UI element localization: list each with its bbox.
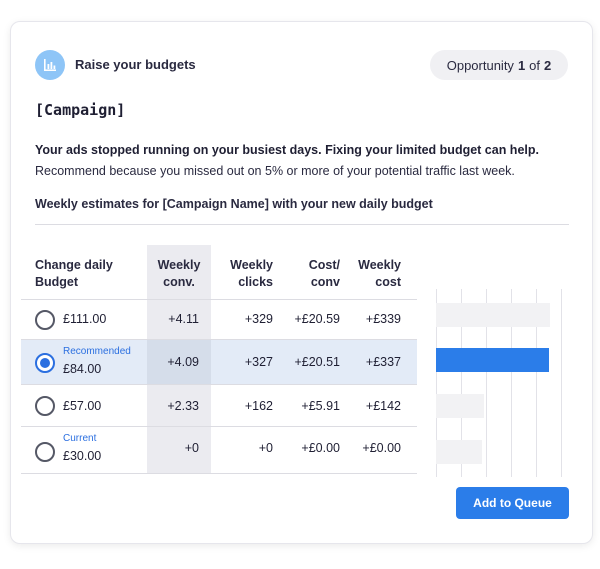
- budget-value: £111.00: [63, 312, 107, 326]
- header-clicks-line1: Weekly: [230, 258, 273, 272]
- cost-conv-value: +£20.51: [294, 355, 340, 369]
- cost-conv-value: +£0.00: [301, 441, 340, 455]
- message-headline: Your ads stopped running on your busiest…: [35, 143, 539, 157]
- header-wcost-line1: Weekly: [358, 258, 401, 272]
- header-weekly-conv: Weekly conv.: [147, 257, 211, 291]
- weekly-cost-value: +£0.00: [362, 441, 401, 455]
- chart-bar: [436, 394, 484, 418]
- header-clicks-line2: clicks: [238, 275, 273, 289]
- cost-conv-value: +£5.91: [301, 399, 340, 413]
- header-change-budget: Change daily Budget: [35, 257, 113, 291]
- opportunity-prefix: Opportunity: [446, 57, 514, 73]
- message-detail: Recommend because you missed out on 5% o…: [35, 164, 515, 178]
- conv-value: +2.33: [167, 399, 199, 413]
- budget-option-row[interactable]: £57.00 +2.33 +162 +£5.91 +£142: [21, 384, 417, 426]
- header-change-line2: Budget: [35, 275, 79, 289]
- budget-table: Change daily Budget Weekly conv. Weekly …: [21, 245, 417, 474]
- budget-value: £57.00: [63, 399, 102, 413]
- budget-radio-selected[interactable]: [35, 353, 55, 373]
- opportunity-of: of: [529, 57, 541, 73]
- header-weekly-cost: Weekly cost: [340, 257, 401, 291]
- clicks-value: +0: [258, 441, 273, 455]
- clicks-value: +162: [244, 399, 273, 413]
- current-tag: Current: [63, 433, 97, 444]
- weekly-cost-value: +£142: [365, 399, 401, 413]
- header-wcost-line2: cost: [375, 275, 401, 289]
- weekly-cost-bar-chart: [436, 289, 571, 477]
- table-header: Change daily Budget Weekly conv. Weekly …: [21, 245, 417, 299]
- chart-gridline: [561, 289, 562, 477]
- budget-option-row-current[interactable]: Current £30.00 +0 +0 +£0.00 +£0.00: [21, 426, 417, 474]
- weekly-estimates-label: Weekly estimates for [Campaign Name] wit…: [35, 197, 433, 211]
- header-cost-conv: Cost/ conv: [273, 257, 340, 291]
- header-weekly-clicks: Weekly clicks: [211, 257, 273, 291]
- cost-conv-value: +£20.59: [294, 312, 340, 326]
- chart-bar: [436, 348, 550, 372]
- budget-radio[interactable]: [35, 396, 55, 416]
- recommendation-card: Raise your budgets Opportunity 1 of 2 [C…: [10, 21, 593, 544]
- budget-radio[interactable]: [35, 442, 55, 462]
- budget-value: £84.00: [63, 362, 102, 376]
- header-conv-line2: conv.: [163, 275, 195, 289]
- clicks-value: +327: [244, 355, 273, 369]
- add-to-queue-button[interactable]: Add to Queue: [456, 487, 569, 519]
- opportunity-total: 2: [544, 57, 552, 73]
- opportunity-counter: Opportunity 1 of 2: [430, 50, 568, 80]
- header-change-line1: Change daily: [35, 258, 113, 272]
- conv-value: +4.11: [168, 312, 199, 326]
- conv-value: +0: [184, 441, 199, 455]
- recommended-tag: Recommended: [63, 346, 131, 357]
- opportunity-current: 1: [517, 57, 526, 73]
- budget-option-row-recommended[interactable]: Recommended £84.00 +4.09 +327 +£20.51 +£…: [21, 339, 417, 384]
- chart-bar: [436, 303, 550, 327]
- clicks-value: +329: [244, 312, 273, 326]
- chart-bar: [436, 440, 482, 464]
- weekly-cost-value: +£337: [365, 355, 401, 369]
- budget-radio[interactable]: [35, 310, 55, 330]
- header-cost-line1: Cost/: [308, 258, 340, 272]
- budget-value: £30.00: [63, 449, 102, 463]
- budget-option-row[interactable]: £111.00 +4.11 +329 +£20.59 +£339: [21, 299, 417, 339]
- conv-value: +4.09: [147, 340, 211, 384]
- bar-chart-icon: [35, 50, 65, 80]
- card-title: Raise your budgets: [75, 57, 196, 72]
- campaign-label: [Campaign]: [35, 101, 126, 119]
- divider: [35, 224, 569, 225]
- header-conv-line1: Weekly: [157, 258, 201, 272]
- weekly-cost-value: +£339: [365, 312, 401, 326]
- header-cost-line2: conv: [310, 275, 340, 289]
